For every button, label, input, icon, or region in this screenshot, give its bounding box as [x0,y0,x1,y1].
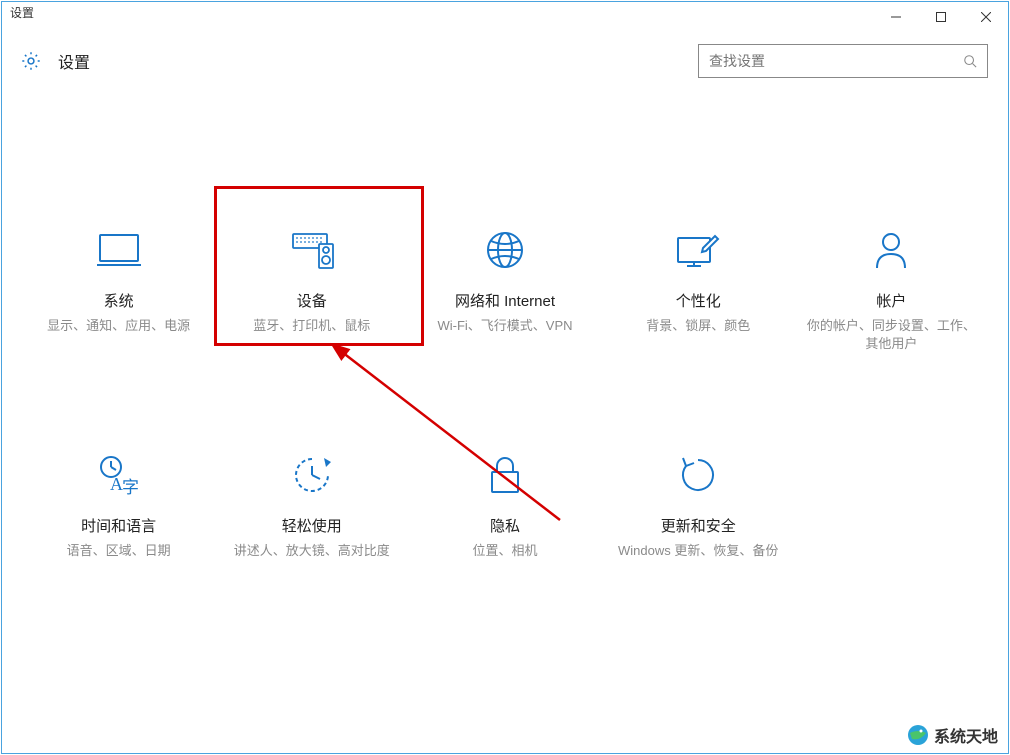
watermark: 系统天地 [900,721,1004,749]
tile-desc: 讲述人、放大镜、高对比度 [215,542,408,560]
time-language-icon: A 字 [22,453,215,497]
header: 设置 [2,30,1008,88]
tile-title: 时间和语言 [22,515,215,536]
gear-icon [20,50,42,72]
accounts-icon [795,228,988,272]
tile-title: 隐私 [408,515,601,536]
tile-desc: 蓝牙、打印机、鼠标 [215,317,408,335]
tile-time-language[interactable]: A 字 时间和语言 语音、区域、日期 [22,453,215,560]
maximize-button[interactable] [918,4,963,30]
tile-desc: 背景、锁屏、颜色 [602,317,795,335]
ease-of-access-icon [215,453,408,497]
search-input[interactable] [709,53,963,69]
tile-personalization[interactable]: 个性化 背景、锁屏、颜色 [602,228,795,353]
tile-desc: 你的帐户、同步设置、工作、其他用户 [795,317,988,353]
watermark-logo-icon [906,723,930,747]
settings-grid: 系统 显示、通知、应用、电源 设备 蓝牙、打印机、鼠标 [2,88,1008,561]
tile-title: 更新和安全 [602,515,795,536]
tile-desc: 位置、相机 [408,542,601,560]
tile-title: 网络和 Internet [408,290,601,311]
tile-title: 系统 [22,290,215,311]
window-title: 设置 [10,4,873,21]
network-icon [408,228,601,272]
system-icon [22,228,215,272]
settings-window: 设置 设置 系统 [1,1,1009,754]
tile-desc: 显示、通知、应用、电源 [22,317,215,335]
personalization-icon [602,228,795,272]
privacy-icon [408,453,601,497]
tile-desc: Wi-Fi、飞行模式、VPN [408,317,601,335]
tile-ease-of-access[interactable]: 轻松使用 讲述人、放大镜、高对比度 [215,453,408,560]
tile-privacy[interactable]: 隐私 位置、相机 [408,453,601,560]
search-icon [963,54,977,68]
tile-desc: 语音、区域、日期 [22,542,215,560]
search-box[interactable] [698,44,988,78]
tile-title: 设备 [215,290,408,311]
tile-title: 帐户 [795,290,988,311]
svg-text:字: 字 [122,478,139,496]
tile-title: 个性化 [602,290,795,311]
tile-network[interactable]: 网络和 Internet Wi-Fi、飞行模式、VPN [408,228,601,353]
close-button[interactable] [963,4,1008,30]
devices-icon [215,228,408,272]
page-title: 设置 [58,49,90,73]
update-security-icon [602,453,795,497]
tile-system[interactable]: 系统 显示、通知、应用、电源 [22,228,215,353]
window-controls [873,4,1008,30]
minimize-button[interactable] [873,4,918,30]
titlebar: 设置 [2,2,1008,30]
tile-devices[interactable]: 设备 蓝牙、打印机、鼠标 [215,228,408,353]
watermark-text: 系统天地 [934,723,998,747]
tile-update-security[interactable]: 更新和安全 Windows 更新、恢复、备份 [602,453,795,560]
tile-title: 轻松使用 [215,515,408,536]
tile-accounts[interactable]: 帐户 你的帐户、同步设置、工作、其他用户 [795,228,988,353]
tile-desc: Windows 更新、恢复、备份 [602,542,795,560]
